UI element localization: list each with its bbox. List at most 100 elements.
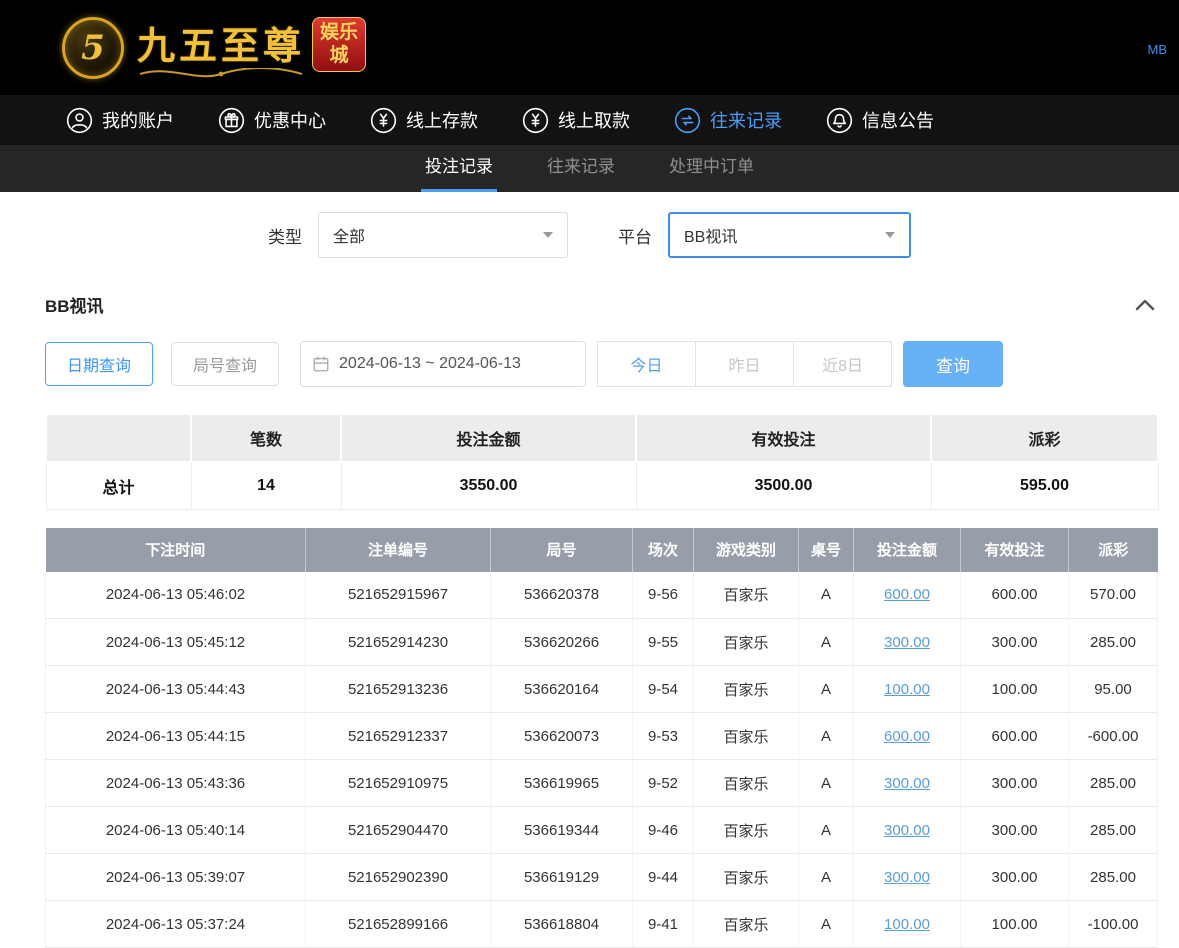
- tab-pending-orders[interactable]: 处理中订单: [665, 145, 758, 192]
- valid-bet: 300.00: [961, 854, 1069, 901]
- table-row: 2024-06-13 05:45:12521652914230536620266…: [46, 619, 1158, 666]
- table-row: 2024-06-13 05:39:07521652902390536619129…: [46, 854, 1158, 901]
- round-query-button[interactable]: 局号查询: [171, 342, 279, 386]
- top-bar: 5 九五至尊 娱乐城 MB: [0, 0, 1179, 95]
- valid-bet: 300.00: [961, 807, 1069, 854]
- nav-item-promotions[interactable]: 优惠中心: [218, 107, 326, 134]
- session: 9-53: [633, 713, 694, 760]
- bet-time: 2024-06-13 05:45:12: [46, 619, 306, 666]
- nav-item-deposit[interactable]: 线上存款: [370, 107, 478, 134]
- bet-amount-link[interactable]: 100.00: [884, 916, 930, 933]
- table-row: 2024-06-13 05:37:24521652899166536618804…: [46, 901, 1158, 948]
- valid-bet: 300.00: [961, 619, 1069, 666]
- table-row: 2024-06-13 05:40:14521652904470536619344…: [46, 807, 1158, 854]
- order-number: 521652915967: [306, 572, 491, 619]
- calendar-icon: [312, 355, 330, 373]
- payout: 285.00: [1069, 807, 1158, 854]
- nav-item-announcements[interactable]: 信息公告: [826, 107, 934, 134]
- date-query-button[interactable]: 日期查询: [45, 342, 153, 386]
- valid-bet: 100.00: [961, 666, 1069, 713]
- nav-label: 往来记录: [710, 107, 782, 133]
- tab-bet-records[interactable]: 投注记录: [421, 145, 497, 192]
- today-button[interactable]: 今日: [597, 341, 696, 387]
- bet-amount-link[interactable]: 600.00: [884, 586, 930, 603]
- filter-row: 类型 全部 平台 BB视讯: [0, 212, 1179, 258]
- table-code: A: [799, 572, 854, 619]
- valid-bet: 600.00: [961, 572, 1069, 619]
- bet-table-body: 2024-06-13 05:46:02521652915967536620378…: [46, 572, 1158, 948]
- session: 9-54: [633, 666, 694, 713]
- bet-amount-cell: 100.00: [854, 901, 961, 948]
- payout: -100.00: [1069, 901, 1158, 948]
- game-type: 百家乐: [694, 713, 799, 760]
- bet-amount-link[interactable]: 300.00: [884, 634, 930, 651]
- order-number: 521652914230: [306, 619, 491, 666]
- order-number: 521652902390: [306, 854, 491, 901]
- payout: 285.00: [1069, 760, 1158, 807]
- table-row: 2024-06-13 05:44:15521652912337536620073…: [46, 713, 1158, 760]
- bet-amount-cell: 300.00: [854, 807, 961, 854]
- gift-icon: [218, 107, 245, 134]
- yesterday-button[interactable]: 昨日: [695, 341, 794, 387]
- bet-col-header: 场次: [633, 528, 694, 572]
- summary-total-label: 总计: [46, 462, 191, 509]
- table-code: A: [799, 713, 854, 760]
- bet-col-header: 有效投注: [961, 528, 1069, 572]
- summary-header-payout: 派彩: [931, 414, 1158, 462]
- game-type: 百家乐: [694, 760, 799, 807]
- bet-amount-link[interactable]: 600.00: [884, 728, 930, 745]
- session: 9-52: [633, 760, 694, 807]
- round-number: 536619965: [491, 760, 633, 807]
- bet-time: 2024-06-13 05:46:02: [46, 572, 306, 619]
- bet-amount-cell: 600.00: [854, 713, 961, 760]
- withdraw-coin-icon: [522, 107, 549, 134]
- tab-transaction-records[interactable]: 往来记录: [543, 145, 619, 192]
- bet-time: 2024-06-13 05:40:14: [46, 807, 306, 854]
- nav-item-withdraw[interactable]: 线上取款: [522, 107, 630, 134]
- bet-col-header: 游戏类别: [694, 528, 799, 572]
- logo-emblem-icon: 5: [62, 17, 124, 79]
- table-row: 2024-06-13 05:43:36521652910975536619965…: [46, 760, 1158, 807]
- bet-amount-link[interactable]: 300.00: [884, 869, 930, 886]
- collapse-button[interactable]: [1135, 299, 1155, 311]
- nav-item-my-account[interactable]: 我的账户: [66, 107, 174, 134]
- bet-amount-cell: 300.00: [854, 854, 961, 901]
- summary-header-valid-bet: 有效投注: [636, 414, 931, 462]
- main-nav: 我的账户 优惠中心 线上存款 线上取款 往来记录 信息公告: [0, 95, 1179, 145]
- type-select[interactable]: 全部: [318, 212, 568, 258]
- deposit-coin-icon: [370, 107, 397, 134]
- bet-col-header: 派彩: [1069, 528, 1158, 572]
- summary-total-bet-amount: 3550.00: [341, 462, 636, 509]
- session: 9-44: [633, 854, 694, 901]
- type-label: 类型: [268, 223, 302, 248]
- transfer-arrows-icon: [674, 107, 701, 134]
- bet-amount-link[interactable]: 100.00: [884, 681, 930, 698]
- chevron-down-icon: [885, 232, 895, 238]
- date-range-picker[interactable]: 2024-06-13 ~ 2024-06-13: [300, 341, 586, 387]
- type-select-value: 全部: [333, 223, 365, 247]
- search-button[interactable]: 查询: [903, 341, 1003, 387]
- nav-item-records[interactable]: 往来记录: [674, 107, 782, 134]
- session: 9-55: [633, 619, 694, 666]
- bet-amount-link[interactable]: 300.00: [884, 775, 930, 792]
- bet-table-header-row: 下注时间注单编号局号场次游戏类别桌号投注金额有效投注派彩: [46, 528, 1158, 572]
- table-code: A: [799, 619, 854, 666]
- bet-amount-link[interactable]: 300.00: [884, 822, 930, 839]
- redaction-scribble: [752, 18, 1124, 78]
- last-8-days-button[interactable]: 近8日: [793, 341, 892, 387]
- payout: 95.00: [1069, 666, 1158, 713]
- summary-header-blank: [46, 414, 191, 462]
- nav-label: 我的账户: [102, 107, 174, 133]
- nav-label: 线上取款: [558, 107, 630, 133]
- platform-select[interactable]: BB视讯: [668, 212, 911, 258]
- summary-total-row: 总计 14 3550.00 3500.00 595.00: [46, 462, 1158, 509]
- table-row: 2024-06-13 05:46:02521652915967536620378…: [46, 572, 1158, 619]
- session: 9-56: [633, 572, 694, 619]
- section-title: BB视讯: [45, 292, 104, 317]
- payout: 285.00: [1069, 619, 1158, 666]
- valid-bet: 300.00: [961, 760, 1069, 807]
- logo[interactable]: 5 九五至尊 娱乐城: [62, 15, 366, 80]
- game-type: 百家乐: [694, 572, 799, 619]
- summary-header-row: 笔数 投注金额 有效投注 派彩: [46, 414, 1158, 462]
- bet-time: 2024-06-13 05:37:24: [46, 901, 306, 948]
